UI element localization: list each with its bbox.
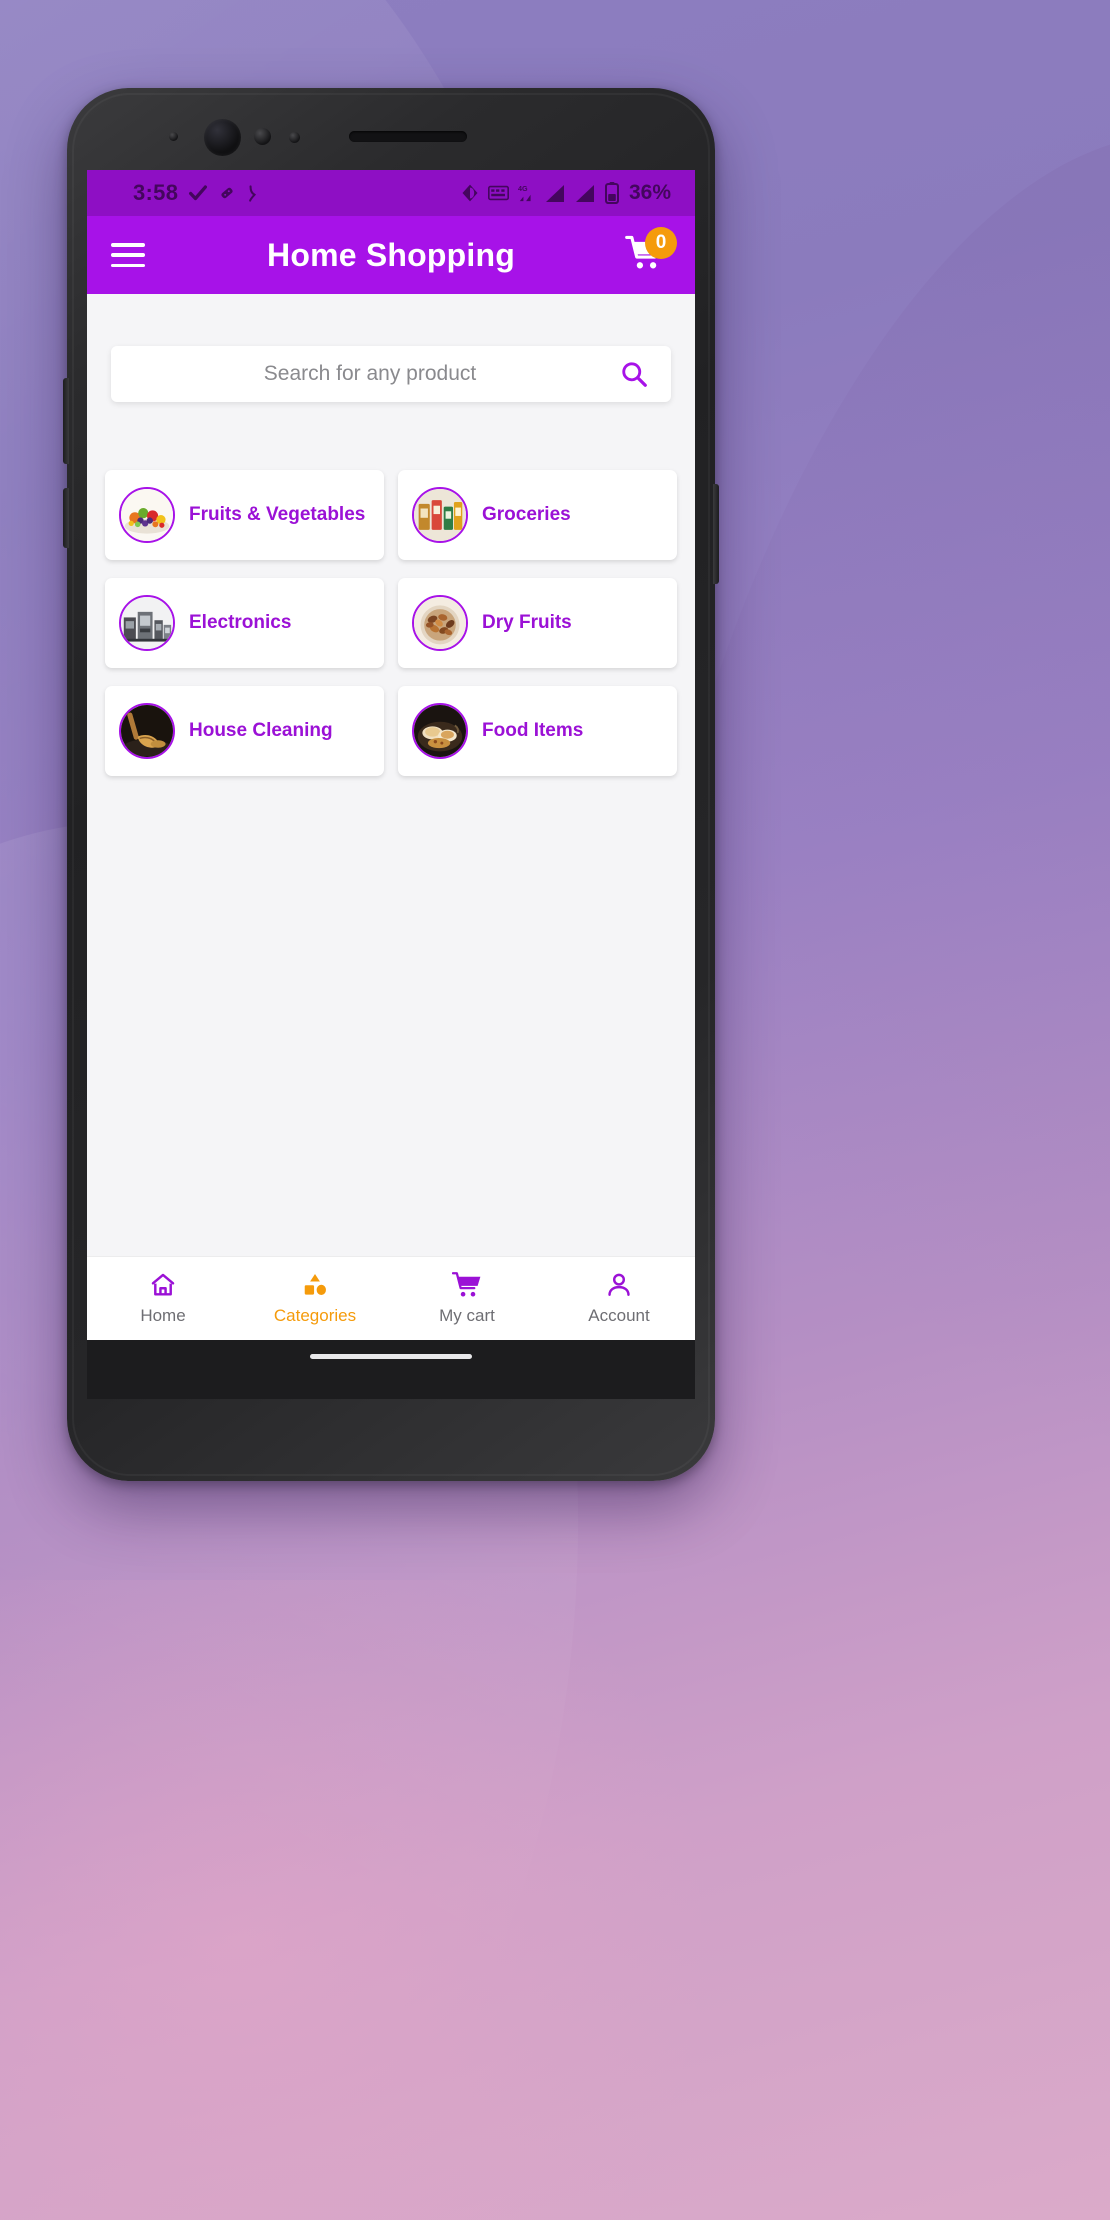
home-indicator[interactable]	[310, 1354, 472, 1359]
category-label: Food Items	[482, 720, 584, 742]
nav-item-account[interactable]: Account	[543, 1257, 695, 1340]
nav-label: Account	[588, 1306, 650, 1325]
status-bar-right-group: 4G 36%	[460, 181, 671, 205]
phone-top-bezel	[67, 88, 715, 170]
nav-item-home[interactable]: Home	[87, 1257, 239, 1340]
power-button[interactable]	[713, 484, 719, 584]
hamburger-line-2	[111, 253, 145, 257]
search-section	[87, 294, 695, 402]
person-icon	[605, 1271, 633, 1299]
battery-percentage: 36%	[628, 181, 671, 204]
category-card-dry-fruits[interactable]: Dry Fruits	[398, 578, 677, 668]
nav-label: My cart	[439, 1306, 495, 1325]
nav-item-my-cart[interactable]: My cart	[391, 1257, 543, 1340]
volume-up-button[interactable]	[63, 378, 69, 464]
nav-label: Home	[140, 1306, 186, 1325]
category-card-groceries[interactable]: Groceries	[398, 470, 677, 560]
groceries-thumb	[412, 487, 468, 543]
category-label: Fruits & Vegetables	[189, 504, 366, 526]
tag-icon	[218, 184, 236, 202]
search-input[interactable]	[129, 362, 611, 386]
category-label: House Cleaning	[189, 720, 333, 742]
electronics-thumb	[119, 595, 175, 651]
status-bar-clock: 3:58	[133, 180, 179, 205]
dry-fruits-thumb	[412, 595, 468, 651]
hamburger-line-3	[111, 263, 145, 267]
iris-sensor-icon	[289, 132, 300, 143]
contrast-icon	[460, 183, 480, 203]
checkmark-icon	[187, 182, 209, 204]
search-icon[interactable]	[619, 359, 649, 389]
hamburger-menu-icon[interactable]	[111, 243, 145, 267]
volume-down-button[interactable]	[63, 488, 69, 548]
phone-bottom-chin	[87, 1340, 695, 1399]
signal-bars-icon	[545, 184, 567, 203]
phone-device-frame: 3:58 4G 36% Home Shopping 0 Search for a…	[63, 88, 719, 1481]
category-label: Electronics	[189, 612, 292, 634]
phone-screen: 3:58 4G 36% Home Shopping 0 Search for a…	[87, 170, 695, 1340]
desktop-wallpaper: 3:58 4G 36% Home Shopping 0 Search for a…	[0, 0, 1110, 2220]
wallpaper-swoosh-4	[0, 1580, 780, 2220]
food-items-thumb	[412, 703, 468, 759]
bottom-navigation-bar: Home Categories My cart Account	[87, 1256, 695, 1340]
nav-item-categories[interactable]: Categories	[239, 1257, 391, 1340]
cart-count-badge: 0	[645, 227, 677, 259]
hamburger-line-1	[111, 243, 145, 247]
keyboard-icon	[487, 184, 509, 202]
earpiece-speaker	[349, 131, 467, 142]
page-title: Home Shopping	[267, 236, 515, 273]
cart-icon	[452, 1271, 482, 1299]
battery-icon	[604, 182, 619, 204]
category-card-electronics[interactable]: Electronics	[105, 578, 384, 668]
categories-shapes-icon	[301, 1271, 329, 1299]
category-label: Dry Fruits	[482, 612, 572, 634]
app-bar: Home Shopping 0	[87, 216, 695, 294]
app-content: Fruits & Vegetables	[87, 294, 695, 1340]
fruits-vegetables-thumb	[119, 487, 175, 543]
4g-signal-icon: 4G	[517, 184, 537, 202]
cart-button[interactable]: 0	[621, 227, 677, 279]
search-bar[interactable]	[111, 346, 671, 402]
front-camera-icon	[204, 119, 241, 156]
svg-text:4G: 4G	[518, 184, 528, 193]
status-bar: 3:58 4G 36%	[87, 170, 695, 216]
signal-bars-2-icon	[575, 184, 597, 203]
category-card-house-cleaning[interactable]: House Cleaning	[105, 686, 384, 776]
proximity-sensor-icon	[254, 128, 271, 145]
category-card-food-items[interactable]: Food Items	[398, 686, 677, 776]
category-label: Groceries	[482, 504, 571, 526]
ambient-sensor-icon	[169, 132, 178, 141]
nav-label: Categories	[273, 1306, 357, 1325]
home-icon	[149, 1271, 177, 1299]
moon-crescent-icon	[245, 184, 264, 203]
category-grid: Fruits & Vegetables Groceries Electronic…	[87, 402, 695, 776]
house-cleaning-thumb	[119, 703, 175, 759]
category-card-fruits-vegetables[interactable]: Fruits & Vegetables	[105, 470, 384, 560]
status-bar-left-group: 3:58	[133, 180, 264, 206]
